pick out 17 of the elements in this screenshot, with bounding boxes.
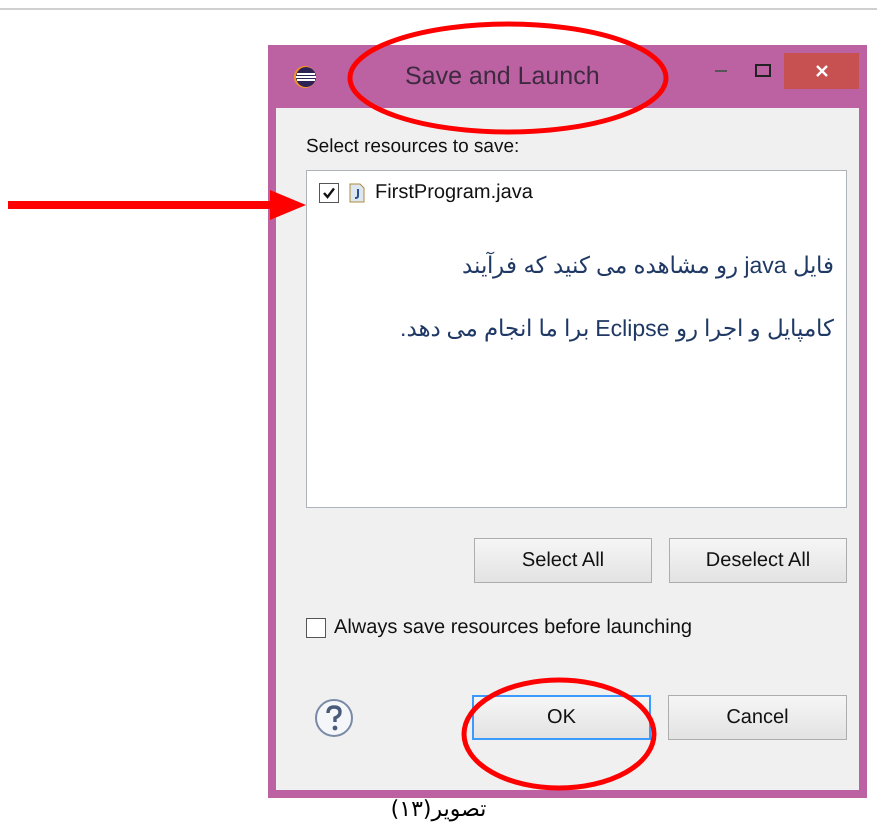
- help-icon[interactable]: [314, 698, 354, 738]
- minimize-icon: [715, 70, 727, 72]
- selection-button[interactable]: Select All: [474, 538, 652, 583]
- window-title: Save and Launch: [405, 62, 600, 91]
- figure-caption: تصویر(۱۳): [390, 797, 488, 822]
- resource-item[interactable]: FirstProgram.java: [319, 181, 834, 204]
- java-file-icon: [349, 182, 365, 202]
- always-save-checkbox[interactable]: Always save resources before launching: [306, 616, 847, 639]
- eclipse-icon: [293, 64, 317, 88]
- dialog-button[interactable]: OK: [472, 695, 651, 740]
- prompt-label: Select resources to save:: [306, 136, 520, 158]
- annotation-text: کامپایل و اجرا رو Eclipse برا ما انجام می دهد.: [400, 315, 834, 342]
- close-button[interactable]: [784, 53, 859, 89]
- annotation-text: فایل java رو مشاهده می کنید که فرآیند: [462, 252, 834, 279]
- dialog-button[interactable]: Cancel: [668, 695, 847, 740]
- checkbox[interactable]: [319, 182, 339, 202]
- selection-button[interactable]: Deselect All: [669, 538, 847, 583]
